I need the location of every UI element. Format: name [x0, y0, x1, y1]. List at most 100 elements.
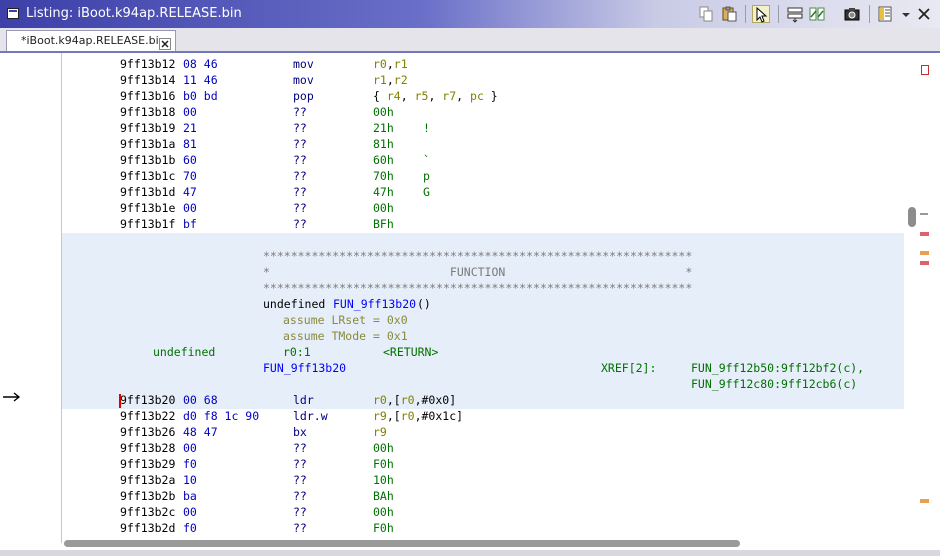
scalar-operand[interactable]: 00h: [373, 105, 394, 119]
address-field[interactable]: 9ff13b18: [120, 104, 175, 120]
data-marker[interactable]: [920, 499, 929, 503]
mnemonic-field[interactable]: mov: [293, 56, 314, 72]
horizontal-scrollbar[interactable]: [62, 537, 904, 549]
function-header-row[interactable]: assume TMode = 0x1: [62, 328, 904, 344]
register-operand[interactable]: r1: [394, 57, 408, 71]
snapshot-icon[interactable]: [843, 5, 861, 23]
operand-punctuation[interactable]: ,: [456, 89, 470, 103]
operand-punctuation[interactable]: ,: [401, 89, 415, 103]
scalar-operand[interactable]: 81h: [373, 137, 394, 151]
function-banner[interactable]: * FUNCTION *: [263, 264, 692, 280]
bytes-field[interactable]: 21: [183, 120, 197, 136]
mnemonic-field[interactable]: ??: [293, 168, 307, 184]
listing-row[interactable]: 9ff13b1f bf?? BFh: [62, 216, 904, 232]
operand-field[interactable]: 60h: [373, 152, 394, 168]
bytes-field[interactable]: ba: [183, 488, 197, 504]
listing-row[interactable]: 9ff13b29 f0?? F0h: [62, 456, 904, 472]
mnemonic-field[interactable]: ??: [293, 136, 307, 152]
function-params[interactable]: (): [417, 296, 431, 312]
marker-margin[interactable]: [20, 53, 62, 543]
listing-row[interactable]: 9ff13b2b ba?? BAh: [62, 488, 904, 504]
address-field[interactable]: 9ff13b14: [120, 72, 175, 88]
function-header-row[interactable]: assume LRset = 0x0: [62, 312, 904, 328]
return-type[interactable]: undefined: [263, 296, 325, 312]
operand-field[interactable]: 00h: [373, 200, 394, 216]
bytes-field[interactable]: 00: [183, 504, 197, 520]
register-operand[interactable]: r0: [401, 409, 415, 423]
address-field[interactable]: 9ff13b1b: [120, 152, 175, 168]
bytes-field[interactable]: 00: [183, 200, 197, 216]
diff-icon[interactable]: [808, 5, 826, 23]
operand-field[interactable]: 10h: [373, 472, 394, 488]
operand-punctuation[interactable]: ,: [428, 89, 442, 103]
bookmark-marker[interactable]: [921, 65, 929, 75]
address-field[interactable]: 9ff13b2d: [120, 520, 175, 536]
bytes-field[interactable]: 10: [183, 472, 197, 488]
bytes-field[interactable]: b0 bd: [183, 88, 218, 104]
xref-entry[interactable]: FUN_9ff12b50:9ff12bf2(c),: [691, 360, 864, 376]
listing-row[interactable]: 9ff13b18 00?? 00h: [62, 104, 904, 120]
scalar-operand[interactable]: BFh: [373, 217, 394, 231]
listing-row[interactable]: 9ff13b16 b0 bd pop { r4, r5, r7, pc }: [62, 88, 904, 104]
function-marker[interactable]: [920, 261, 929, 265]
listing-row[interactable]: 9ff13b2a 10?? 10h: [62, 472, 904, 488]
bytes-field[interactable]: 81: [183, 136, 197, 152]
operand-field[interactable]: r9: [373, 424, 387, 440]
bytes-field[interactable]: 00: [183, 440, 197, 456]
mnemonic-field[interactable]: pop: [293, 88, 314, 104]
operand-punctuation[interactable]: ,[: [387, 393, 401, 407]
cursor-select-icon[interactable]: [752, 5, 770, 23]
bytes-field[interactable]: 08 46: [183, 56, 218, 72]
listing-row[interactable]: 9ff13b20 00 68 ldr r0,[r0,#0x0]: [62, 392, 904, 408]
register-operand[interactable]: r1: [373, 73, 387, 87]
operand-punctuation[interactable]: }: [484, 89, 498, 103]
function-header-row[interactable]: FUN_9ff12c80:9ff12cb6(c): [62, 376, 904, 392]
register-operand[interactable]: r4: [387, 89, 401, 103]
mnemonic-field[interactable]: ??: [293, 120, 307, 136]
scalar-operand[interactable]: F0h: [373, 521, 394, 535]
bytes-field[interactable]: f0: [183, 456, 197, 472]
listing-row[interactable]: 9ff13b1a 81?? 81h: [62, 136, 904, 152]
mnemonic-field[interactable]: ??: [293, 184, 307, 200]
address-field[interactable]: 9ff13b2c: [120, 504, 175, 520]
operand-field[interactable]: 70h: [373, 168, 394, 184]
return-variable[interactable]: <RETURN>: [383, 344, 438, 360]
operand-field[interactable]: F0h: [373, 456, 394, 472]
bytes-field[interactable]: 60: [183, 152, 197, 168]
listing-row[interactable]: 9ff13b12 08 46 mov r0,r1: [62, 56, 904, 72]
mnemonic-field[interactable]: ??: [293, 456, 307, 472]
function-header-row[interactable]: undefined r0:1 <RETURN>: [62, 344, 904, 360]
layout-icon[interactable]: [876, 5, 894, 23]
char-representation[interactable]: !: [423, 120, 430, 136]
dropdown-arrow-icon[interactable]: [897, 5, 910, 23]
operand-punctuation[interactable]: ,#0x1c]: [415, 409, 463, 423]
register-operand[interactable]: pc: [470, 89, 484, 103]
operand-field[interactable]: r9,[r0,#0x1c]: [373, 408, 463, 424]
operand-punctuation[interactable]: ,[: [387, 409, 401, 423]
listing-row[interactable]: 9ff13b19 21?? 21h!: [62, 120, 904, 136]
xref-entry[interactable]: FUN_9ff12c80:9ff12cb6(c): [691, 376, 857, 392]
listing-row[interactable]: 9ff13b1e 00?? 00h: [62, 200, 904, 216]
listing-row[interactable]: 9ff13b1c 70?? 70h p: [62, 168, 904, 184]
register-operand[interactable]: r7: [442, 89, 456, 103]
mnemonic-field[interactable]: ??: [293, 504, 307, 520]
mnemonic-field[interactable]: ??: [293, 104, 307, 120]
operand-field[interactable]: r0,[r0,#0x0]: [373, 392, 456, 408]
bytes-field[interactable]: 47: [183, 184, 197, 200]
address-field[interactable]: 9ff13b22: [120, 408, 175, 424]
address-field[interactable]: 9ff13b1d: [120, 184, 175, 200]
mnemonic-field[interactable]: ??: [293, 440, 307, 456]
function-header-row[interactable]: ****************************************…: [62, 248, 904, 264]
operand-field[interactable]: 21h: [373, 120, 394, 136]
operand-field[interactable]: 47h: [373, 184, 394, 200]
function-border-stars[interactable]: ****************************************…: [263, 280, 692, 296]
xref-header[interactable]: XREF[2]:: [601, 360, 656, 376]
register-operand[interactable]: r5: [415, 89, 429, 103]
mnemonic-field[interactable]: ??: [293, 216, 307, 232]
overview-scrollbar[interactable]: [904, 53, 940, 543]
function-name[interactable]: FUN_9ff13b20: [333, 296, 416, 312]
operand-field[interactable]: r0,r1: [373, 56, 408, 72]
scalar-operand[interactable]: 60h: [373, 153, 394, 167]
vertical-scroll-thumb[interactable]: [908, 207, 916, 227]
listing-row[interactable]: 9ff13b26 48 47 bx r9: [62, 424, 904, 440]
